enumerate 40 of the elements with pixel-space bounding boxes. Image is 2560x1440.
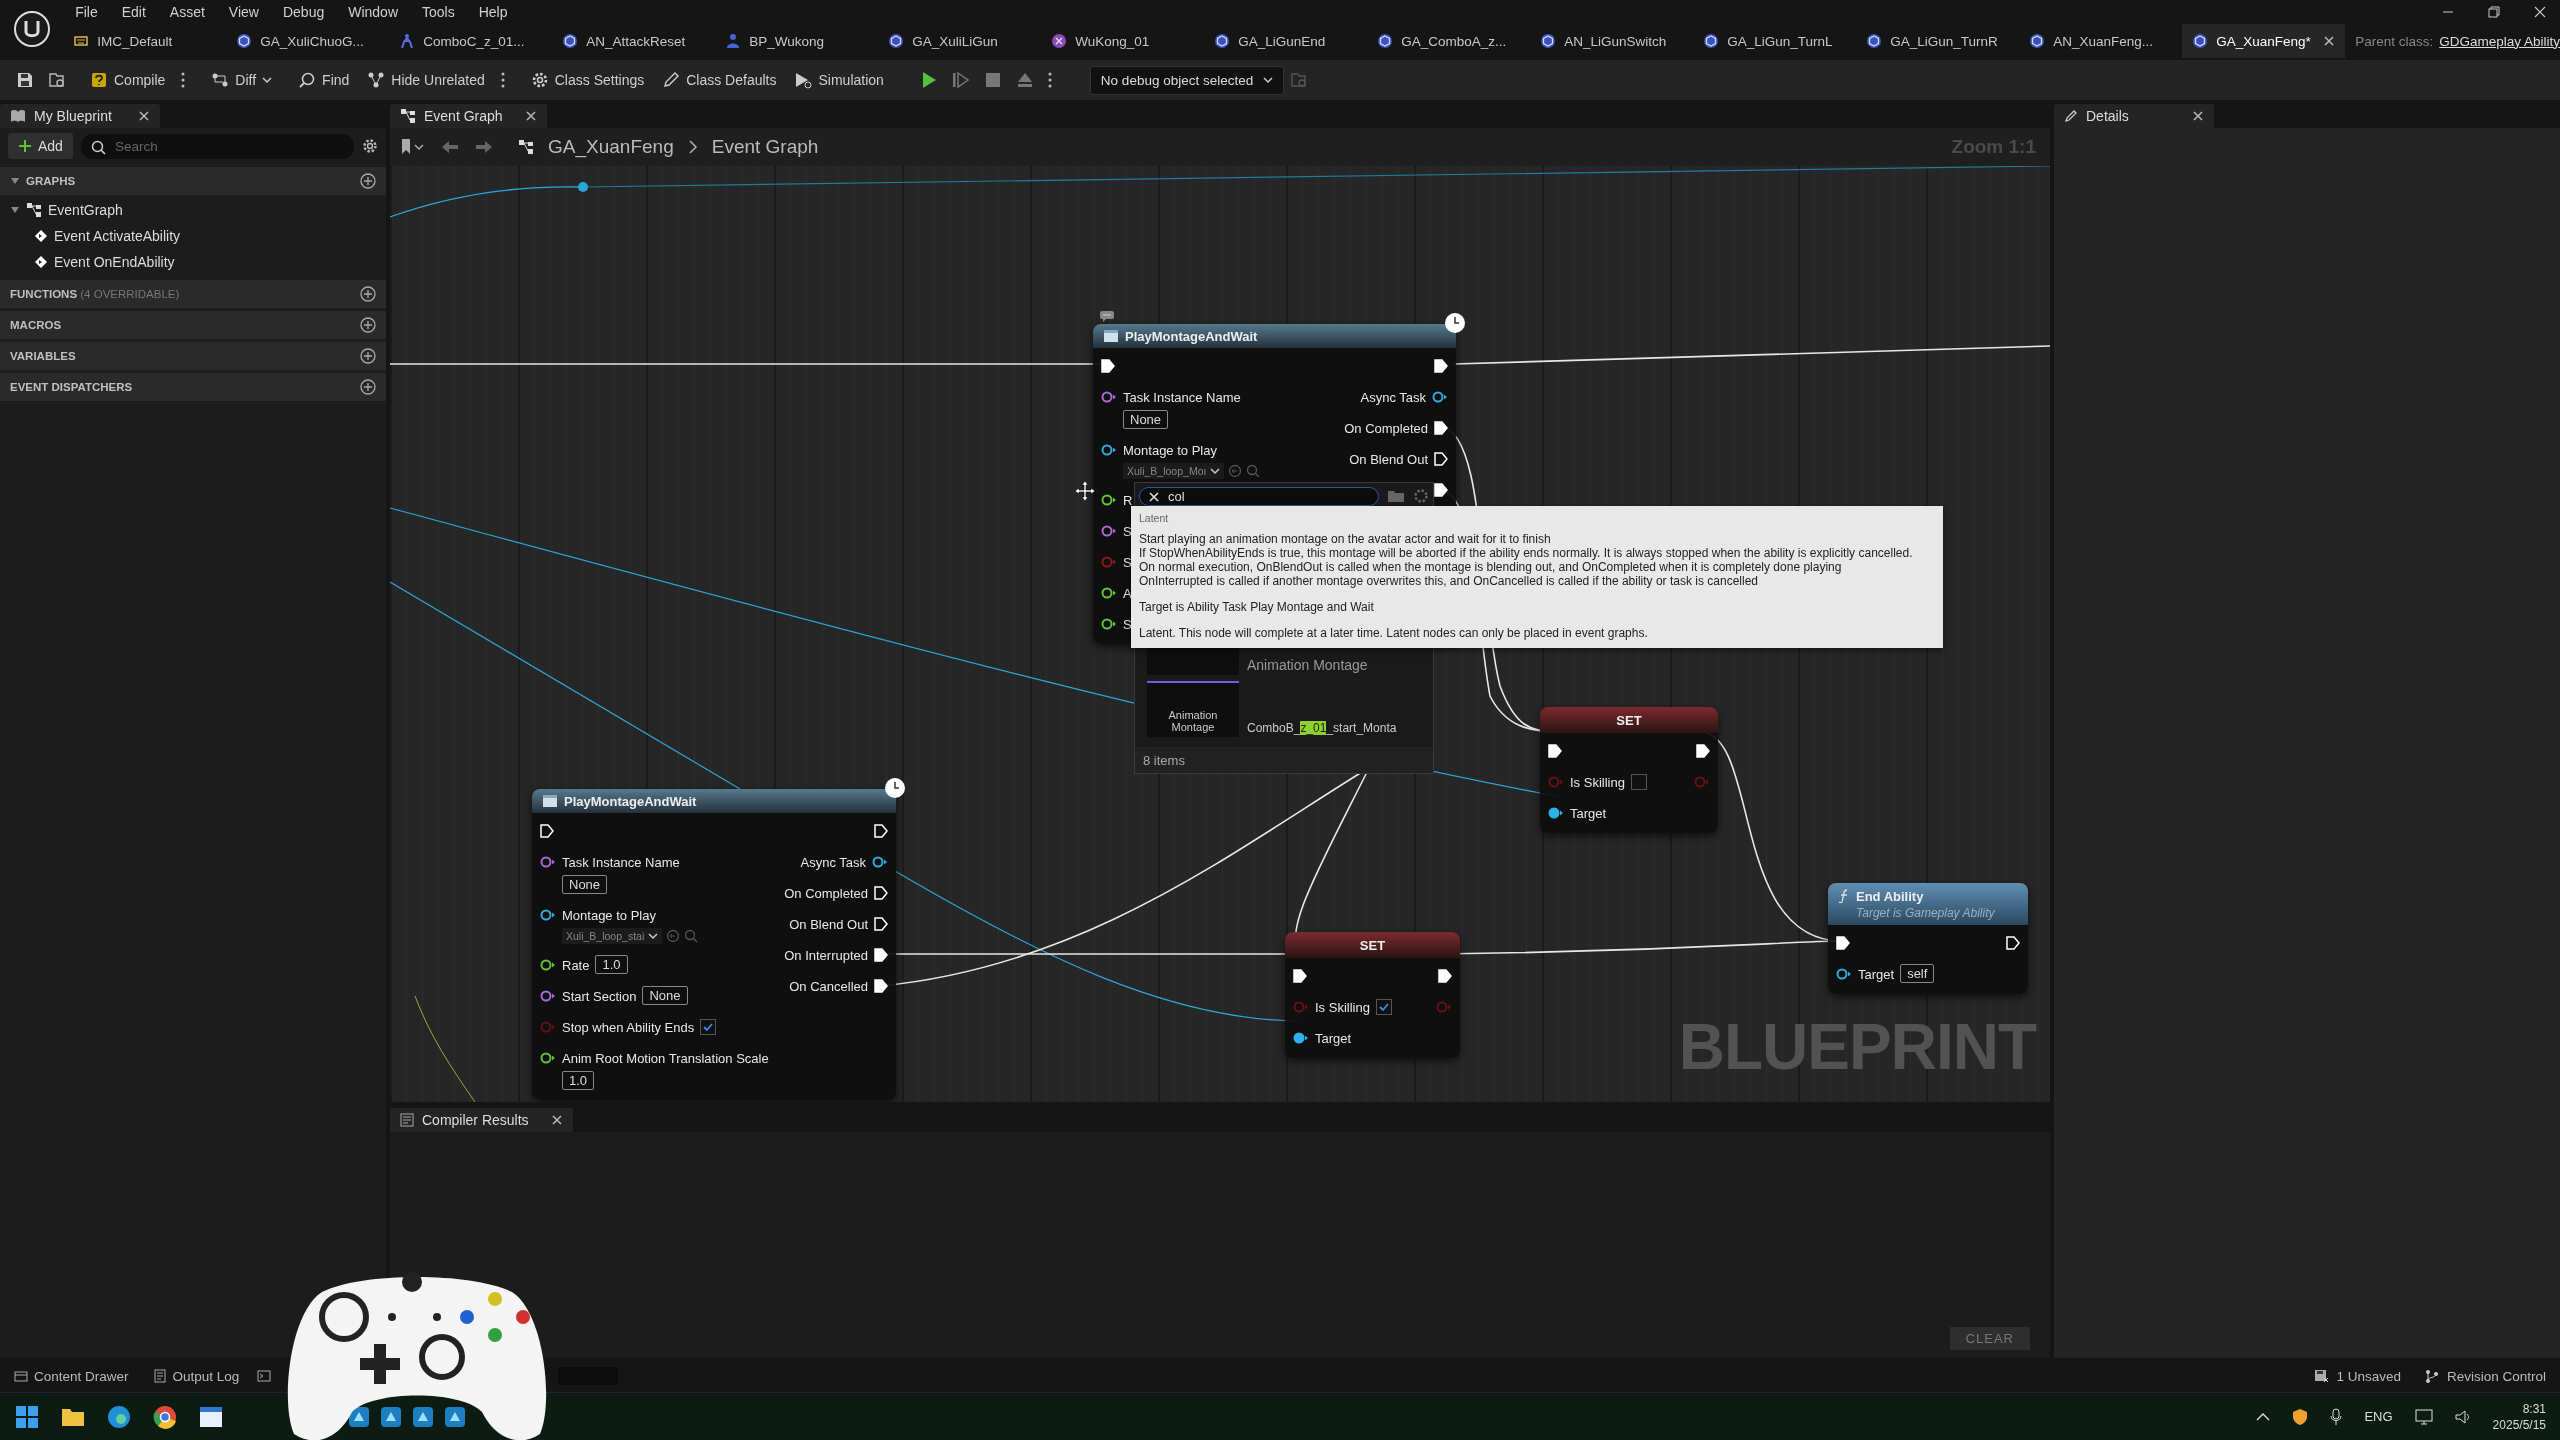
pin-label: On Completed	[1344, 420, 1428, 436]
pin-label: Is Skilling	[1315, 999, 1370, 1015]
pin-label: Async Task	[1360, 389, 1426, 405]
parent-class-label: Parent class:	[2355, 33, 2434, 49]
node-title: SET	[1616, 712, 1642, 728]
pin-label: S	[1123, 523, 1132, 539]
pin-label: R	[1123, 492, 1133, 508]
pin-label: Rate	[562, 957, 590, 973]
tooltip-text: Latent. This node will complete at a later time. Latent nodes can only be placed in event graphs.	[1139, 626, 1649, 640]
pin-label: Stop when Ability Ends	[562, 1019, 695, 1035]
asset-type-label: Animation Montage	[1247, 657, 1368, 673]
node-title: End Ability	[1856, 888, 1924, 904]
pin-label: S	[1123, 554, 1132, 570]
pin-label: On Interrupted	[784, 947, 868, 963]
pin-label: On Completed	[784, 885, 868, 901]
pin-label: Anim Root Motion Translation Scale	[562, 1050, 769, 1066]
pin-label: Start Section	[562, 988, 637, 1004]
pin-label: Target	[1570, 805, 1607, 821]
pin-label: S	[1123, 616, 1132, 632]
item-count: 8 items	[1135, 747, 1433, 773]
tooltip-text: Target is Ability Task Play Montage and Wait	[1139, 600, 1375, 614]
tooltip-text: Start playing an animation montage on the avatar actor and wait for it to finish If StopWhenAbilityEnds is true, this montage will be aborted if the ability ends normally. It is always stopped when the ability is explicitly cancelled. On normal execution, OnBlendOut is called when the montage is blending out, and OnCompleted when it is completely done playing OnInterrupted is called if another montage overwrites this, and OnCancelled is called if the ability or task is cancelled	[1139, 532, 1914, 588]
pin-label: A	[1123, 585, 1132, 601]
node-title: PlayMontageAndWait	[564, 793, 697, 809]
tooltip-category: Latent	[1139, 512, 1170, 524]
node-subtitle: Target is Gameplay Ability	[1855, 905, 1995, 920]
pin-label: Montage to Play	[1123, 442, 1217, 458]
pin-label: On Blend Out	[789, 916, 868, 932]
asset-type-label: Animation Montage	[1167, 709, 1219, 735]
pin-label: Async Task	[800, 854, 866, 870]
pin-label: Montage to Play	[562, 907, 656, 923]
pin-label: Is Skilling	[1570, 774, 1625, 790]
pin-label: Target	[1858, 966, 1895, 982]
pin-label: On Blend Out	[1349, 451, 1428, 467]
node-title: SET	[1359, 937, 1386, 953]
pin-label: Task Instance Name	[1123, 389, 1241, 405]
pin-label: On Cancelled	[789, 978, 868, 994]
node-title: PlayMontageAndWait	[1125, 328, 1258, 344]
pin-label: Task Instance Name	[562, 854, 680, 870]
pin-label: Target	[1315, 1030, 1352, 1046]
